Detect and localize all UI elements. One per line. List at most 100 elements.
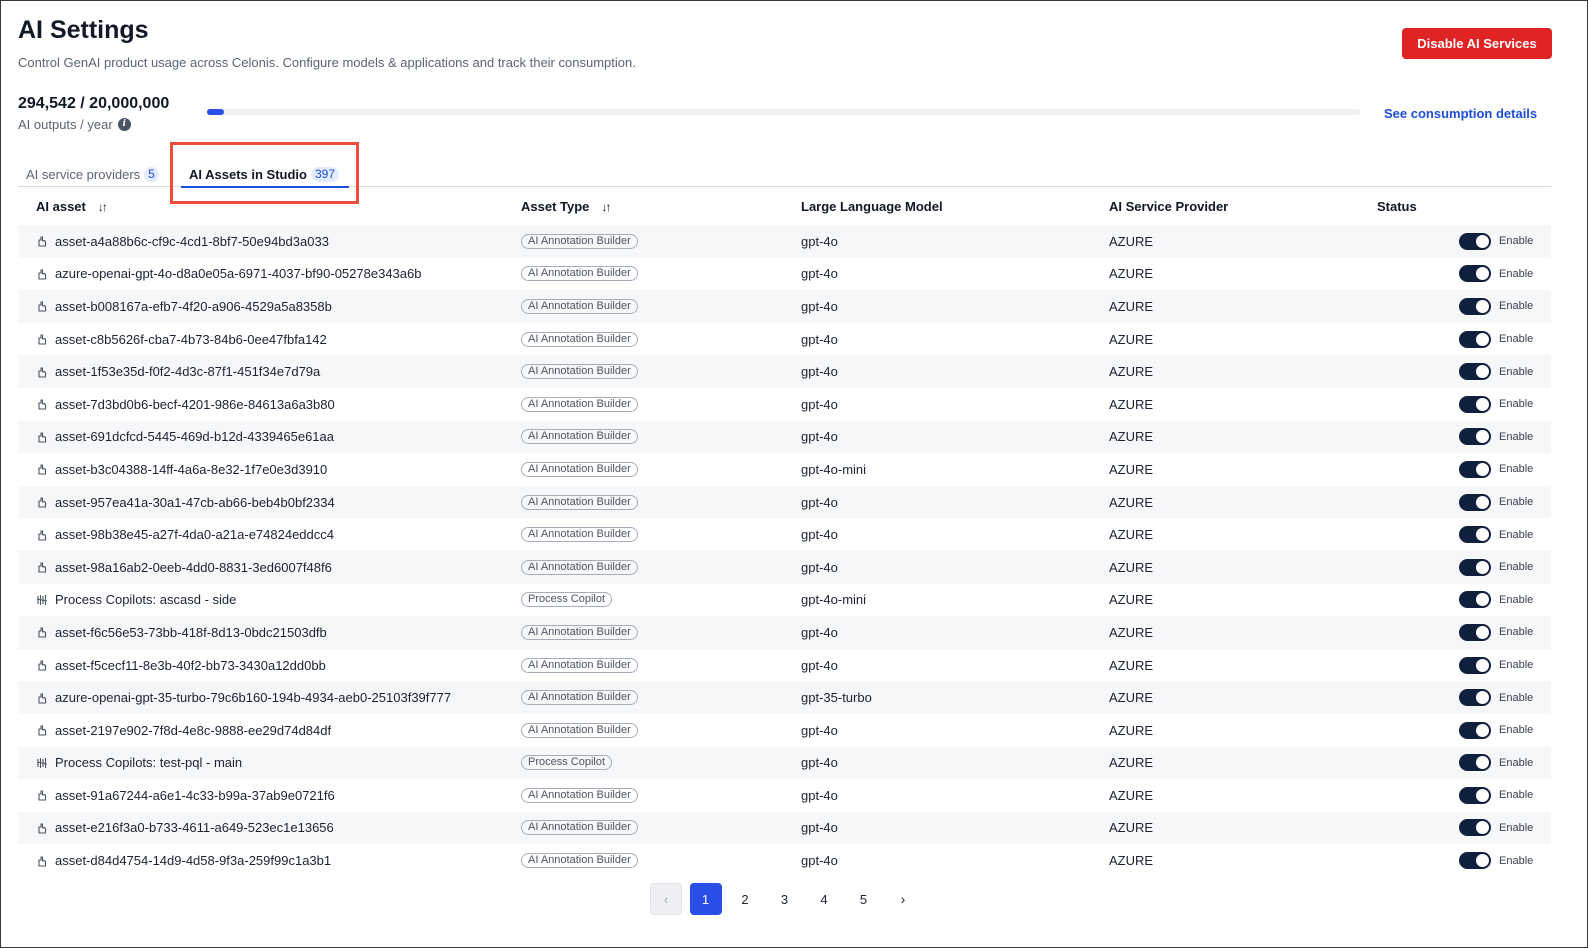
enable-toggle[interactable] xyxy=(1459,526,1491,544)
asset-name[interactable]: asset-f5cecf11-8e3b-40f2-bb73-3430a12dd0… xyxy=(55,658,326,673)
cell-llm: gpt-4o xyxy=(801,233,838,249)
enable-toggle[interactable] xyxy=(1459,623,1491,641)
tab-count-badge: 397 xyxy=(310,166,340,182)
cell-asset: asset-2197e902-7f8d-4e8c-9888-ee29d74d84… xyxy=(36,714,331,747)
status-label: Enable xyxy=(1499,659,1534,672)
cell-asset-type: AI Annotation Builder xyxy=(521,421,638,454)
asset-name[interactable]: asset-91a67244-a6e1-4c33-b99a-37ab9e0721… xyxy=(55,788,335,803)
asset-name[interactable]: asset-2197e902-7f8d-4e8c-9888-ee29d74d84… xyxy=(55,723,331,738)
enable-toggle[interactable] xyxy=(1459,297,1491,315)
info-icon[interactable]: i xyxy=(117,118,131,131)
annotation-builder-icon xyxy=(36,561,48,573)
asset-name[interactable]: Process Copilots: ascasd - side xyxy=(55,592,236,607)
status-label: Enable xyxy=(1499,300,1534,313)
asset-name[interactable]: asset-7d3bd0b6-becf-4201-986e-84613a6a3b… xyxy=(55,397,335,412)
enable-toggle[interactable] xyxy=(1459,330,1491,348)
enable-toggle[interactable] xyxy=(1459,232,1491,250)
status-label: Enable xyxy=(1499,463,1534,476)
tab-ai-assets-in-studio[interactable]: AI Assets in Studio 397 xyxy=(180,162,350,188)
annotation-builder-icon xyxy=(36,398,48,410)
disable-ai-services-button[interactable]: Disable AI Services xyxy=(1402,28,1552,59)
annotation-builder-icon xyxy=(36,463,48,476)
asset-name[interactable]: asset-d84d4754-14d9-4d58-9f3a-259f99c1a3… xyxy=(55,853,331,868)
cell-asset-type: AI Annotation Builder xyxy=(521,779,638,812)
cell-status: Enable xyxy=(1459,681,1533,714)
see-consumption-details-link[interactable]: See consumption details xyxy=(1384,106,1537,121)
asset-name[interactable]: azure-openai-gpt-4o-d8a0e05a-6971-4037-b… xyxy=(55,266,421,281)
enable-toggle[interactable] xyxy=(1459,428,1491,446)
page-button[interactable]: 5 xyxy=(848,883,880,915)
enable-toggle[interactable] xyxy=(1459,395,1491,413)
table-row: asset-2197e902-7f8d-4e8c-9888-ee29d74d84… xyxy=(18,714,1551,747)
annotation-builder-icon xyxy=(36,822,48,834)
cell-asset-type: AI Annotation Builder xyxy=(521,453,638,486)
asset-name[interactable]: asset-957ea41a-30a1-47cb-ab66-beb4b0bf23… xyxy=(55,495,335,510)
asset-name[interactable]: asset-f6c56e53-73bb-418f-8d13-0bdc21503d… xyxy=(55,625,327,640)
column-label: AI asset xyxy=(36,199,86,214)
asset-name[interactable]: asset-c8b5626f-cba7-4b73-84b6-0ee47fbfa1… xyxy=(55,332,327,347)
cell-llm: gpt-4o xyxy=(801,657,838,673)
cell-llm: gpt-35-turbo xyxy=(801,690,872,706)
page-button[interactable]: 1 xyxy=(689,883,722,915)
cell-asset: asset-a4a88b6c-cf9c-4cd1-8bf7-50e94bd3a0… xyxy=(36,225,329,258)
enable-toggle[interactable] xyxy=(1459,558,1491,576)
enable-toggle[interactable] xyxy=(1459,852,1491,870)
cell-asset: azure-openai-gpt-4o-d8a0e05a-6971-4037-b… xyxy=(36,258,421,291)
table-body: asset-a4a88b6c-cf9c-4cd1-8bf7-50e94bd3a0… xyxy=(18,225,1551,877)
annotation-builder-icon xyxy=(36,431,48,443)
sort-icon[interactable]: ↓↑ xyxy=(601,200,611,214)
cell-asset: Process Copilots: ascasd - side xyxy=(36,584,236,617)
cell-asset-type: AI Annotation Builder xyxy=(521,616,638,649)
page-numbers: 12345 xyxy=(689,883,888,915)
cell-status: Enable xyxy=(1459,812,1533,845)
chevron-right-icon[interactable]: › xyxy=(887,883,919,915)
enable-toggle[interactable] xyxy=(1459,591,1491,609)
enable-toggle[interactable] xyxy=(1459,460,1491,478)
process-copilot-icon xyxy=(36,594,48,606)
cell-llm: gpt-4o xyxy=(801,787,838,803)
enable-toggle[interactable] xyxy=(1459,265,1491,283)
usage-value: 294,542 / 20,000,000 xyxy=(18,95,170,112)
page-button[interactable]: 4 xyxy=(808,883,840,915)
enable-toggle[interactable] xyxy=(1459,656,1491,674)
asset-name[interactable]: asset-98a16ab2-0eeb-4dd0-8831-3ed6007f48… xyxy=(55,560,332,575)
enable-toggle[interactable] xyxy=(1459,689,1491,707)
enable-toggle[interactable] xyxy=(1459,754,1491,772)
asset-name[interactable]: asset-691dcfcd-5445-469d-b12d-4339465e61… xyxy=(55,429,334,444)
asset-name[interactable]: asset-a4a88b6c-cf9c-4cd1-8bf7-50e94bd3a0… xyxy=(55,234,329,249)
asset-name[interactable]: asset-1f53e35d-f0f2-4d3c-87f1-451f34e7d7… xyxy=(55,364,320,379)
cell-status: Enable xyxy=(1459,649,1533,682)
asset-type-pill: AI Annotation Builder xyxy=(521,624,638,640)
enable-toggle[interactable] xyxy=(1459,493,1491,511)
page-button[interactable]: 2 xyxy=(729,883,761,915)
asset-type-pill: AI Annotation Builder xyxy=(521,657,638,673)
chevron-left-icon[interactable]: ‹ xyxy=(650,883,682,915)
cell-asset-type: Process Copilot xyxy=(521,747,613,780)
enable-toggle[interactable] xyxy=(1459,721,1491,739)
annotation-builder-icon xyxy=(36,724,48,736)
enable-toggle[interactable] xyxy=(1459,363,1491,381)
asset-type-pill: AI Annotation Builder xyxy=(521,690,638,706)
tab-label: AI Assets in Studio xyxy=(189,166,307,182)
sort-icon[interactable]: ↓↑ xyxy=(98,200,108,214)
page-button[interactable]: 3 xyxy=(769,883,801,915)
column-label: Asset Type xyxy=(521,199,590,214)
cell-llm: gpt-4o xyxy=(801,331,838,347)
asset-name[interactable]: Process Copilots: test-pql - main xyxy=(55,755,242,770)
asset-type-pill: AI Annotation Builder xyxy=(521,787,638,803)
cell-provider: AZURE xyxy=(1109,233,1154,249)
asset-type-pill: AI Annotation Builder xyxy=(521,722,638,738)
cell-asset: asset-957ea41a-30a1-47cb-ab66-beb4b0bf23… xyxy=(36,486,335,519)
asset-name[interactable]: asset-b008167a-efb7-4f20-a906-4529a5a835… xyxy=(55,299,332,314)
cell-asset: asset-f5cecf11-8e3b-40f2-bb73-3430a12dd0… xyxy=(36,649,326,682)
tab-ai-service-providers[interactable]: AI service providers 5 xyxy=(26,162,159,186)
enable-toggle[interactable] xyxy=(1459,819,1491,837)
asset-name[interactable]: azure-openai-gpt-35-turbo-79c6b160-194b-… xyxy=(55,690,451,705)
enable-toggle[interactable] xyxy=(1459,786,1491,804)
asset-type-pill: Process Copilot xyxy=(521,755,613,771)
asset-name[interactable]: asset-e216f3a0-b733-4611-a649-523ec1e136… xyxy=(55,820,334,835)
asset-name[interactable]: asset-b3c04388-14ff-4a6a-8e32-1f7e0e3d39… xyxy=(55,462,327,477)
asset-name[interactable]: asset-98b38e45-a27f-4da0-a21a-e74824eddc… xyxy=(55,527,334,542)
status-label: Enable xyxy=(1499,333,1534,346)
column-label: AI Service Provider xyxy=(1109,199,1229,214)
